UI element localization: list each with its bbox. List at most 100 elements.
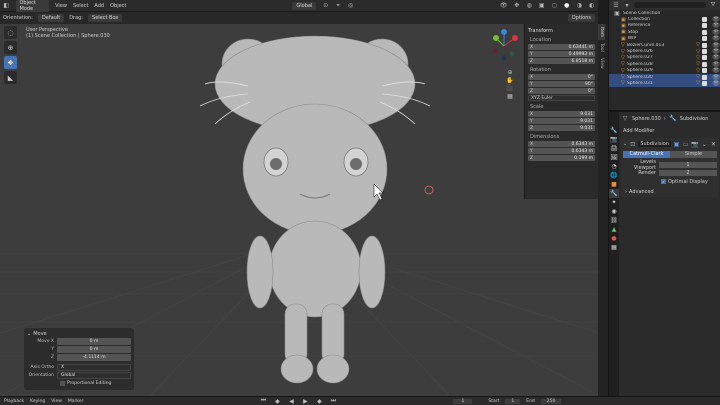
snap-icon[interactable]: ⌖ (335, 2, 342, 10)
particles-tab-icon[interactable]: ✦ (609, 198, 619, 207)
orientation-dropdown-op[interactable]: Global (57, 371, 131, 379)
axis-ortho-dropdown[interactable]: X (57, 363, 131, 371)
levels-viewport-field[interactable]: 1 (659, 161, 717, 168)
location-x-field[interactable]: X 0.63441 m (528, 44, 595, 50)
modifier-name-field[interactable]: Subdivision (638, 141, 671, 147)
pivot-icon[interactable]: ⊙ (322, 2, 329, 10)
outliner-row[interactable]: ▣ Collection 👁 (609, 16, 720, 23)
exclude-checkbox[interactable] (702, 49, 707, 55)
transform-header[interactable]: Transform (528, 28, 595, 34)
perspective-grid-icon[interactable]: ▦ (506, 92, 514, 100)
proportional-icon[interactable]: ◎ (347, 2, 354, 10)
outliner-row[interactable]: ▣ WIP 👁 (609, 35, 720, 42)
exclude-checkbox[interactable] (702, 42, 707, 48)
exclude-checkbox[interactable] (702, 17, 707, 23)
exclude-checkbox[interactable] (702, 61, 707, 67)
exclude-checkbox[interactable] (702, 80, 707, 86)
optimal-display-row[interactable]: ✓ Optimal Display (623, 178, 717, 185)
optimal-display-checkbox[interactable]: ✓ (661, 179, 666, 184)
exclude-checkbox[interactable] (702, 29, 707, 35)
texture-tab-icon[interactable]: ▦ (609, 243, 619, 252)
move-tool-icon[interactable]: ✥ (4, 56, 17, 69)
render-levels-field[interactable]: 2 (659, 169, 717, 176)
outliner-row[interactable]: ▽ Sphere.031 ▽ 👁 (609, 80, 720, 88)
camera-icon[interactable]: 🎥 (506, 84, 514, 92)
editor-type-icon[interactable]: ◧ (3, 2, 10, 10)
overlay-icon[interactable]: ◍ (526, 2, 533, 10)
jump-end-icon[interactable]: ⏭ (329, 397, 337, 405)
end-field[interactable]: 250 (540, 398, 562, 404)
advanced-subpanel[interactable]: › Advanced (623, 188, 717, 195)
play-reverse-icon[interactable]: ◀ (287, 397, 295, 405)
tab-tool[interactable]: Tool (598, 40, 605, 55)
exclude-checkbox[interactable] (702, 68, 707, 74)
menu-select[interactable]: Select (73, 3, 88, 9)
dimensions-z-field[interactable]: Z 0.199 m (528, 155, 595, 161)
xray-icon[interactable]: ▣ (538, 2, 545, 10)
zoom-icon[interactable]: ⊕ (506, 68, 514, 76)
transform-orientation-dropdown[interactable]: Global (292, 1, 317, 10)
world-tab-icon[interactable]: 🌐 (609, 171, 619, 180)
dimensions-x-field[interactable]: X 0.6343 m (528, 141, 595, 147)
constraints-tab-icon[interactable]: ⛓ (609, 216, 619, 225)
location-y-field[interactable]: Y 0.49993 m (528, 51, 595, 57)
scale-x-field[interactable]: X 9.031 (528, 111, 595, 117)
object-tab-icon[interactable]: ■ (609, 180, 619, 189)
jump-start-icon[interactable]: ⏮ (259, 397, 267, 405)
collapse-icon[interactable]: ⌄ (623, 141, 627, 147)
render-toggle-icon[interactable]: 📷 (691, 140, 698, 148)
rotation-mode-dropdown[interactable]: XYZ Euler (528, 95, 595, 101)
outliner-search-input[interactable] (634, 2, 706, 8)
menu-view[interactable]: View (55, 3, 67, 9)
exclude-checkbox[interactable] (702, 36, 707, 42)
location-z-field[interactable]: Z 6.8518 m (528, 58, 595, 64)
shading-render-icon[interactable]: ◐ (588, 2, 595, 10)
shading-solid-icon[interactable]: ● (563, 2, 570, 10)
play-icon[interactable]: ▶ (301, 397, 309, 405)
current-frame-field[interactable]: 1 (453, 398, 473, 404)
data-tab-icon[interactable]: ▲ (609, 225, 619, 234)
add-modifier-button[interactable]: Add Modifier (621, 126, 719, 136)
move-z-field[interactable]: -4.1114 m (57, 353, 131, 361)
rotation-z-field[interactable]: Z 0° (528, 88, 595, 94)
scene-tab-icon[interactable]: ◔ (609, 162, 619, 171)
start-field[interactable]: 1 (505, 398, 521, 404)
exclude-checkbox[interactable] (702, 23, 707, 29)
modifier-tab-icon[interactable]: 🔧 (609, 189, 619, 198)
scale-y-field[interactable]: Y 9.031 (528, 118, 595, 124)
proportional-checkbox[interactable] (60, 380, 65, 386)
filter-icon[interactable]: ⛛ (709, 1, 717, 9)
navigation-gizmo[interactable] (486, 28, 522, 64)
menu-keying[interactable]: Keying (30, 399, 45, 404)
exclude-checkbox[interactable] (702, 55, 707, 61)
catmull-clark-button[interactable]: Catmull-Clark (623, 151, 670, 158)
options-dropdown[interactable]: Options (567, 14, 595, 22)
move-x-field[interactable]: 0 m (57, 337, 131, 345)
modifier-menu-icon[interactable]: ⌄ (701, 140, 708, 148)
simple-button[interactable]: Simple (670, 151, 717, 158)
move-y-field[interactable]: 0 m (57, 345, 131, 353)
orientation-dropdown[interactable]: Default (37, 14, 65, 22)
gizmo-icon[interactable]: ✥ (513, 2, 520, 10)
editmode-toggle-icon[interactable]: ▣ (673, 140, 680, 148)
tool-tab-icon[interactable]: 🔧 (609, 126, 619, 135)
tab-view[interactable]: View (598, 55, 605, 72)
render-tab-icon[interactable]: 📷 (609, 135, 619, 144)
menu-object[interactable]: Object (110, 3, 126, 9)
measure-tool-icon[interactable]: ◣ (4, 71, 17, 84)
drag-dropdown[interactable]: Select Box (88, 14, 123, 22)
outliner-row[interactable]: ▣ Stop 👁 (609, 29, 720, 36)
prev-key-icon[interactable]: ◆ (273, 397, 281, 405)
scene-collection-row[interactable]: ▣ Scene Collection (609, 10, 720, 17)
view-layer-tab-icon[interactable]: 🖼 (609, 153, 619, 162)
hand-icon[interactable]: ✋ (506, 76, 514, 84)
outliner-type-icon[interactable]: ☰ (612, 1, 620, 9)
dimensions-y-field[interactable]: Y 0.6343 m (528, 148, 595, 154)
proportional-row[interactable]: Proportional Editing (27, 379, 131, 387)
select-tool-icon[interactable]: ◌ (4, 26, 17, 39)
mode-dropdown[interactable]: Object Mode (15, 0, 50, 13)
visibility-icon[interactable]: 👁 (712, 80, 720, 88)
menu-view-timeline[interactable]: View (51, 399, 62, 404)
exclude-checkbox[interactable] (702, 74, 707, 80)
rotation-x-field[interactable]: X 0° (528, 74, 595, 80)
